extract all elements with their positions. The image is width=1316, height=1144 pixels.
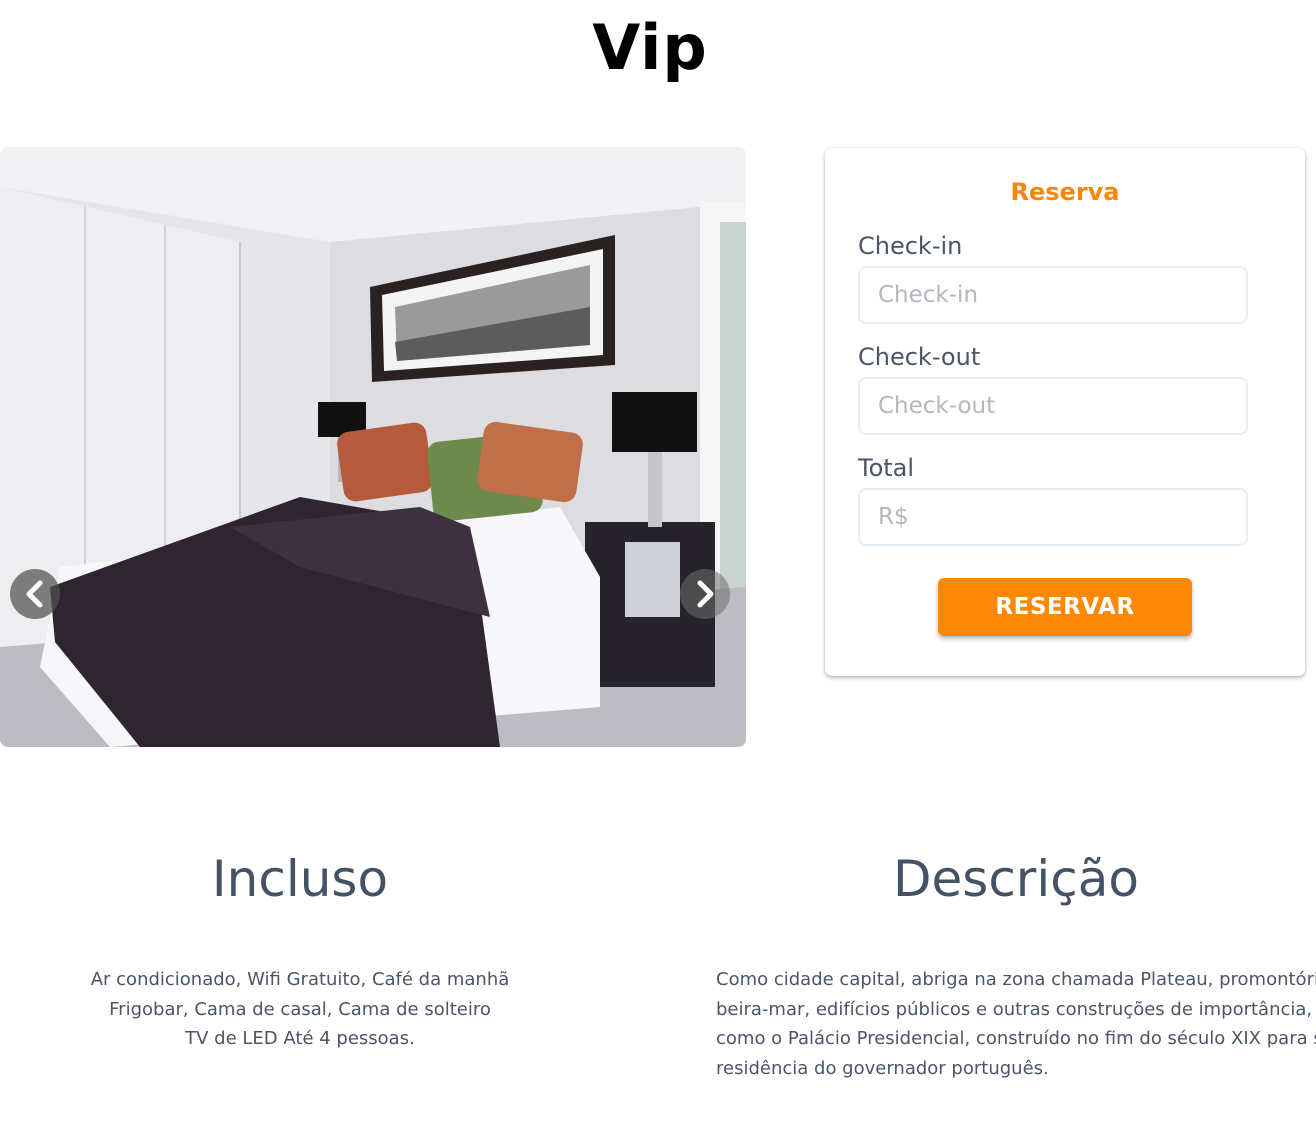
- included-list: Ar condicionado, Wifi Gratuito, Café da …: [40, 965, 560, 1054]
- page-title: Vip: [592, 11, 708, 84]
- description-line: residência do governador português.: [716, 1057, 1049, 1079]
- reserve-button[interactable]: RESERVAR: [938, 578, 1192, 636]
- included-line: Frigobar, Cama de casal, Cama de solteir…: [109, 998, 491, 1020]
- checkout-input[interactable]: [858, 377, 1248, 435]
- booking-card: Reserva Check-in Check-out Total RESERVA…: [825, 148, 1305, 676]
- description-line: como o Palácio Presidencial, construído …: [716, 1028, 1316, 1049]
- included-heading: Incluso: [211, 850, 389, 908]
- checkin-input[interactable]: [858, 266, 1248, 324]
- total-label: Total: [858, 454, 915, 482]
- description-heading: Descrição: [893, 850, 1139, 908]
- checkin-label: Check-in: [858, 232, 963, 260]
- chevron-left-icon: [26, 580, 43, 608]
- description-line: beira-mar, edifícios públicos e outras c…: [716, 998, 1313, 1020]
- included-line: Ar condicionado, Wifi Gratuito, Café da …: [90, 969, 510, 990]
- booking-title: Reserva: [1010, 178, 1120, 206]
- bedroom-photo: [0, 147, 746, 747]
- checkout-label: Check-out: [858, 343, 981, 371]
- total-input[interactable]: [858, 488, 1248, 546]
- chevron-right-icon: [697, 580, 714, 608]
- included-line: TV de LED Até 4 pessoas.: [185, 1028, 415, 1049]
- description-text: Como cidade capital, abriga na zona cham…: [716, 965, 1316, 1083]
- carousel-prev-button[interactable]: [10, 569, 60, 619]
- description-line: Como cidade capital, abriga na zona cham…: [716, 969, 1316, 990]
- carousel-next-button[interactable]: [680, 569, 730, 619]
- room-carousel[interactable]: [0, 147, 746, 747]
